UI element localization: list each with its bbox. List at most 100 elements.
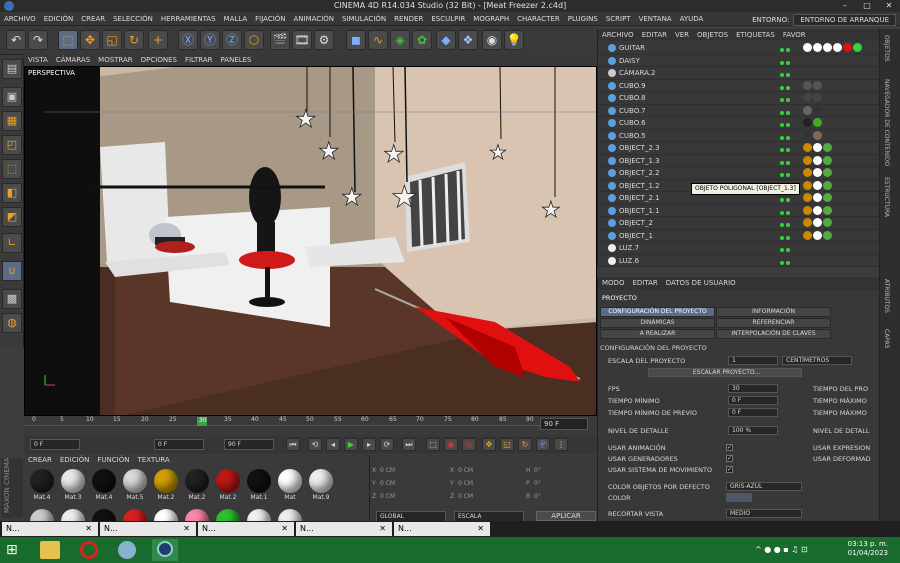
menu-edicion[interactable]: Edición — [40, 12, 78, 26]
key-rotation-icon[interactable]: ↻ — [518, 438, 532, 451]
texture-mode-icon[interactable]: ▦ — [2, 111, 22, 131]
close-icon[interactable]: ✕ — [183, 522, 190, 536]
live-selection-icon[interactable]: ⬚ — [58, 30, 78, 50]
visibility-dots[interactable] — [780, 219, 800, 227]
usar-animacion-checkbox[interactable]: ✓ — [726, 444, 733, 451]
apply-button[interactable]: Aplicar — [536, 511, 596, 521]
tiempo-previo-field[interactable]: 0 F — [728, 408, 778, 417]
prev-key-icon[interactable]: ⟲ — [308, 438, 322, 451]
material-swatch[interactable] — [214, 509, 242, 521]
tab-navegador[interactable]: Navegador de Contenido — [883, 79, 890, 166]
coord-value-field[interactable]: 0 cm — [380, 493, 395, 500]
object-row[interactable]: Object_1 — [598, 230, 880, 242]
deformer-icon[interactable]: ◆ — [436, 30, 456, 50]
camera-icon[interactable]: ◉ — [482, 30, 502, 50]
usar-generadores-checkbox[interactable]: ✓ — [726, 455, 733, 462]
visibility-dots[interactable] — [780, 132, 800, 140]
menu-character[interactable]: Character — [513, 12, 564, 26]
timeline-ruler[interactable]: 0 5 10 15 20 25 35 40 45 50 55 60 65 70 … — [24, 416, 544, 426]
menu-herramientas[interactable]: Herramientas — [157, 12, 220, 26]
start-frame-field[interactable]: 0 F — [30, 439, 80, 450]
visibility-dots[interactable] — [780, 257, 800, 265]
next-frame-icon[interactable]: ▸ — [362, 438, 376, 451]
coord-value-field[interactable]: 0 cm — [458, 493, 473, 500]
menu-animacion[interactable]: Animación — [290, 12, 339, 26]
coord-value-field[interactable]: 0 cm — [380, 480, 395, 487]
vp-menu-opciones[interactable]: Opciones — [137, 54, 181, 66]
material-swatch[interactable]: Mat.4 — [28, 469, 56, 505]
close-icon[interactable]: ✕ — [477, 522, 484, 536]
tab-interpolacion[interactable]: Interpolación de Claves — [716, 329, 831, 339]
visibility-dots[interactable] — [780, 244, 800, 252]
menu-esculpir[interactable]: Esculpir — [427, 12, 469, 26]
record-keys-icon[interactable]: ⬚ — [426, 438, 440, 451]
visibility-dots[interactable] — [780, 194, 800, 202]
material-swatch[interactable] — [28, 509, 56, 521]
material-swatch[interactable]: Mat.9 — [307, 469, 335, 505]
coord-value-field[interactable]: 0 cm — [458, 467, 473, 474]
material-swatch[interactable] — [245, 509, 273, 521]
tab-a-realizar[interactable]: A Realizar — [600, 329, 715, 339]
max-frame-field[interactable]: 90 F — [224, 439, 274, 450]
material-swatch[interactable] — [90, 509, 118, 521]
polygons-mode-icon[interactable]: ◩ — [2, 207, 22, 227]
scale-icon[interactable]: ◱ — [102, 30, 122, 50]
material-swatch[interactable] — [152, 509, 180, 521]
object-row[interactable]: Cubo.8 — [598, 92, 880, 105]
window-button[interactable]: N... ✕ — [100, 522, 196, 536]
object-row[interactable]: Cubo.7 — [598, 105, 880, 117]
env-select[interactable]: Entorno de arranque — [793, 14, 896, 26]
app-icon[interactable] — [118, 541, 136, 559]
menu-ayuda[interactable]: Ayuda — [676, 12, 708, 26]
windows-start-icon[interactable]: ⊞ — [6, 542, 22, 558]
coord-value-field[interactable]: 0 cm — [458, 480, 473, 487]
window-button[interactable]: N... ✕ — [2, 522, 98, 536]
visibility-dots[interactable] — [780, 82, 800, 90]
attr-menu-editar[interactable]: Editar — [628, 277, 661, 290]
redo-icon[interactable]: ↷ — [28, 30, 48, 50]
record-icon[interactable]: ◎ — [462, 438, 476, 451]
menu-simulacion[interactable]: Simulación — [338, 12, 390, 26]
object-row[interactable]: Luz.6 — [598, 255, 880, 267]
spline-icon[interactable]: ∿ — [368, 30, 388, 50]
object-row[interactable]: Cubo.9 — [598, 80, 880, 92]
render-settings-icon[interactable]: ⚙ — [314, 30, 334, 50]
recortar-select[interactable]: Medio — [726, 509, 802, 518]
object-row[interactable]: Guitar — [598, 42, 880, 55]
menu-script[interactable]: Script — [602, 12, 635, 26]
minimize-button[interactable]: – — [834, 0, 856, 12]
escala-field[interactable]: 1 — [728, 356, 778, 365]
detalle-field[interactable]: 100 % — [728, 426, 778, 435]
window-button[interactable]: N... ✕ — [198, 522, 294, 536]
material-swatch[interactable] — [183, 509, 211, 521]
coord-value-field[interactable]: 0° — [534, 480, 541, 487]
play-icon[interactable]: ▶ — [344, 438, 358, 451]
go-start-icon[interactable]: ⏮ — [286, 438, 300, 451]
visibility-dots[interactable] — [780, 169, 800, 177]
visibility-dots[interactable] — [780, 69, 800, 77]
add-object-icon[interactable]: + — [148, 30, 168, 50]
visibility-dots[interactable] — [780, 107, 800, 115]
make-editable-icon[interactable]: ▤ — [2, 59, 22, 79]
object-row[interactable]: Object_1.3 — [598, 155, 880, 167]
material-swatch[interactable]: Mat.2 — [183, 469, 211, 505]
tab-informacion[interactable]: Información — [716, 307, 831, 317]
prev-frame-icon[interactable]: ◂ — [326, 438, 340, 451]
tab-objetos[interactable]: Objetos — [883, 35, 890, 62]
material-swatch[interactable] — [59, 509, 87, 521]
object-row[interactable]: Luz.7 — [598, 242, 880, 255]
visibility-dots[interactable] — [780, 94, 800, 102]
model-mode-icon[interactable]: ▣ — [2, 87, 22, 107]
vp-menu-vista[interactable]: Vista — [24, 54, 52, 66]
tab-capas[interactable]: Capas — [883, 329, 890, 348]
visibility-dots[interactable] — [780, 44, 800, 52]
tab-referenciar[interactable]: Referenciar — [716, 318, 831, 328]
close-icon[interactable]: ✕ — [85, 522, 92, 536]
timeline-menu-icon[interactable]: ⋮ — [554, 438, 568, 451]
render-picture-icon[interactable]: 🎞 — [292, 30, 312, 50]
cube-icon[interactable]: ◼ — [346, 30, 366, 50]
opera-icon[interactable] — [80, 541, 98, 559]
edges-mode-icon[interactable]: ◧ — [2, 183, 22, 203]
object-row[interactable]: Cámara.2 — [598, 67, 880, 80]
vp-menu-camaras[interactable]: Cámaras — [52, 54, 94, 66]
